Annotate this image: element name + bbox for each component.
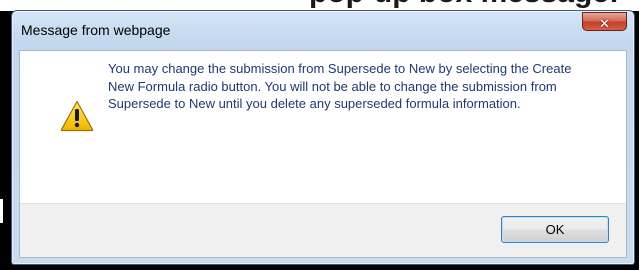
- dialog-title: Message from webpage: [21, 22, 171, 38]
- dialog-footer: OK: [19, 203, 627, 258]
- warning-icon: [60, 100, 94, 132]
- ok-button[interactable]: OK: [501, 216, 609, 243]
- alert-dialog: Message from webpage ✕ You may change th…: [11, 10, 635, 265]
- close-button[interactable]: ✕: [582, 12, 627, 32]
- close-icon: ✕: [599, 17, 610, 32]
- background-page-edge: [0, 199, 3, 223]
- alert-message: You may change the submission from Super…: [108, 61, 572, 111]
